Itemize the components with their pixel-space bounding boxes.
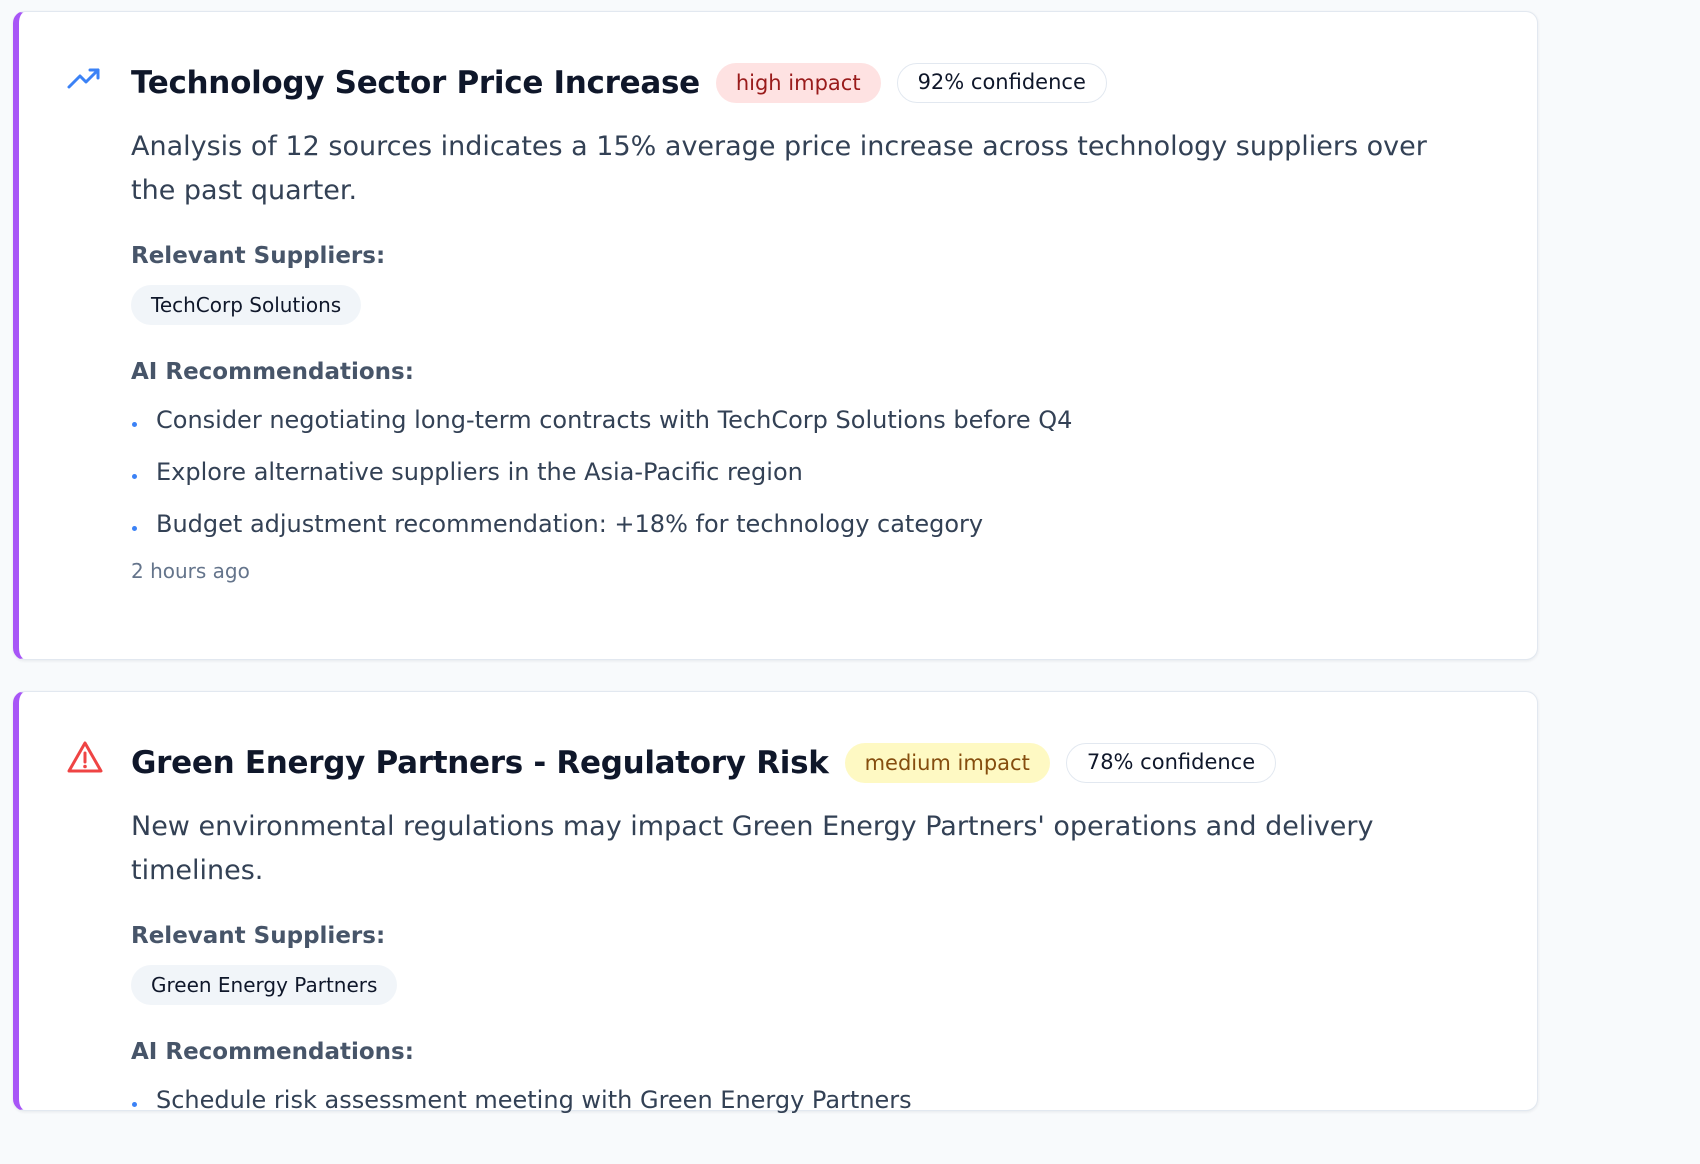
recommendation-item: Explore alternative suppliers in the Asi… bbox=[131, 455, 1475, 489]
recommendation-item: Consider negotiating long-term contracts… bbox=[131, 403, 1475, 437]
confidence-badge: 78% confidence bbox=[1065, 743, 1277, 783]
supplier-chip[interactable]: Green Energy Partners bbox=[131, 965, 398, 1005]
insight-card: Green Energy Partners - Regulatory Risk … bbox=[13, 691, 1538, 1114]
insight-description: Analysis of 12 sources indicates a 15% a… bbox=[131, 131, 1427, 206]
insight-card: Technology Sector Price Increase high im… bbox=[13, 11, 1538, 660]
recommendation-text: Explore alternative suppliers in the Asi… bbox=[156, 458, 803, 486]
insight-content: Technology Sector Price Increase high im… bbox=[131, 61, 1475, 583]
alert-triangle-icon bbox=[67, 741, 103, 773]
impact-badge: medium impact bbox=[844, 743, 1050, 783]
impact-badge: high impact bbox=[715, 63, 881, 103]
bullet-dot-icon bbox=[132, 422, 137, 427]
recommendation-item: Schedule risk assessment meeting with Gr… bbox=[131, 1083, 1475, 1117]
recommendation-list: Schedule risk assessment meeting with Gr… bbox=[131, 1083, 1475, 1117]
bullet-dot-icon bbox=[132, 474, 137, 479]
recommendation-text: Consider negotiating long-term contracts… bbox=[156, 406, 1073, 434]
supplier-chip[interactable]: TechCorp Solutions bbox=[131, 285, 362, 325]
ai-recommendations-label: AI Recommendations: bbox=[131, 359, 414, 385]
recommendation-text: Budget adjustment recommendation: +18% f… bbox=[156, 510, 984, 538]
recommendation-text: Schedule risk assessment meeting with Gr… bbox=[156, 1086, 912, 1114]
insight-title: Green Energy Partners - Regulatory Risk bbox=[131, 745, 829, 781]
trending-up-icon bbox=[67, 68, 100, 89]
insight-title: Technology Sector Price Increase bbox=[131, 65, 700, 101]
supplier-chip-list: TechCorp Solutions bbox=[131, 285, 1475, 325]
confidence-badge: 92% confidence bbox=[896, 63, 1107, 103]
bullet-dot-icon bbox=[132, 1102, 137, 1107]
insight-description: New environmental regulations may impact… bbox=[131, 811, 1374, 886]
insight-content: Green Energy Partners - Regulatory Risk … bbox=[131, 741, 1475, 1135]
recommendation-list: Consider negotiating long-term contracts… bbox=[131, 403, 1475, 541]
supplier-chip-list: Green Energy Partners bbox=[131, 965, 1475, 1005]
ai-recommendations-label: AI Recommendations: bbox=[131, 1039, 414, 1065]
relevant-suppliers-label: Relevant Suppliers: bbox=[131, 243, 386, 269]
bullet-dot-icon bbox=[132, 526, 137, 531]
insight-header: Technology Sector Price Increase high im… bbox=[131, 61, 1475, 105]
insight-timestamp: 2 hours ago bbox=[131, 559, 250, 583]
recommendation-item: Budget adjustment recommendation: +18% f… bbox=[131, 507, 1475, 541]
insight-header: Green Energy Partners - Regulatory Risk … bbox=[131, 741, 1475, 785]
relevant-suppliers-label: Relevant Suppliers: bbox=[131, 923, 386, 949]
